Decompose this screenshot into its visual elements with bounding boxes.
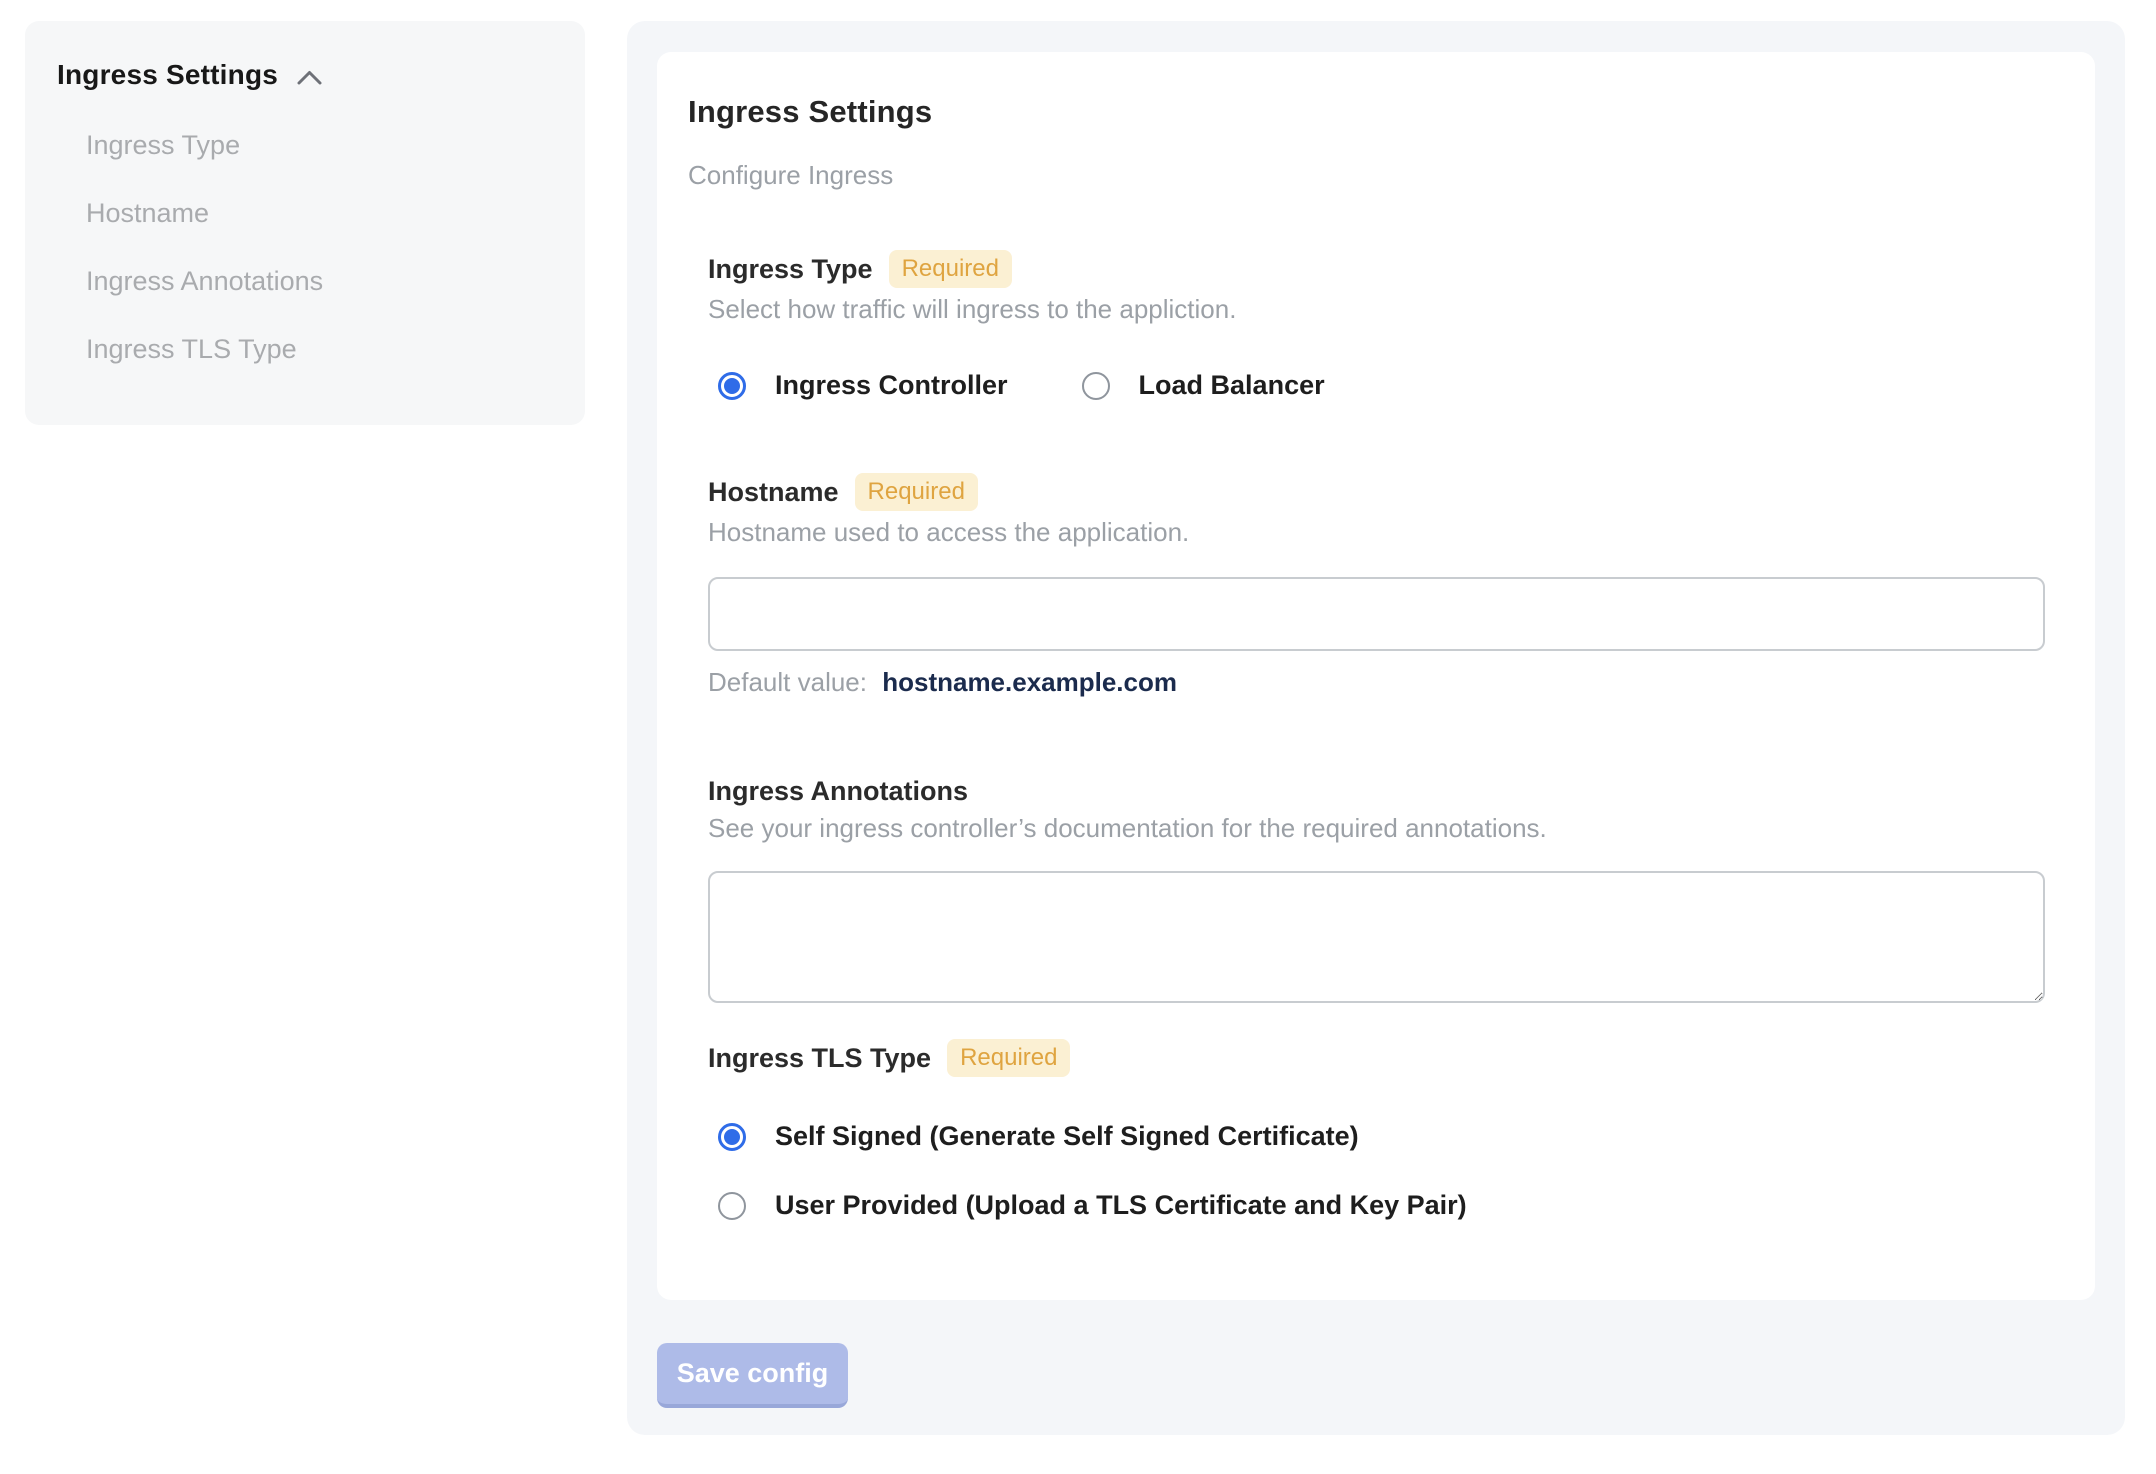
sidebar-item-hostname[interactable]: Hostname [86, 199, 555, 227]
sidebar-nav: Ingress Type Hostname Ingress Annotation… [86, 131, 555, 363]
radio-label: Self Signed (Generate Self Signed Certif… [775, 1121, 1359, 1151]
ingress-tls-radio-group: Self Signed (Generate Self Signed Certif… [718, 1121, 2045, 1221]
save-config-button[interactable]: Save config [657, 1343, 848, 1408]
required-badge: Required [854, 473, 978, 511]
sidebar-item-ingress-annotations[interactable]: Ingress Annotations [86, 267, 555, 295]
sidebar-item-ingress-type[interactable]: Ingress Type [86, 131, 555, 159]
sidebar-section-toggle[interactable]: Ingress Settings [57, 59, 555, 91]
sidebar-section-title: Ingress Settings [57, 59, 279, 90]
radio-load-balancer[interactable]: Load Balancer [1081, 370, 1325, 401]
required-badge: Required [888, 250, 1012, 288]
default-value-text: hostname.example.com [882, 667, 1177, 697]
ingress-settings-card: Ingress Settings Configure Ingress Ingre… [657, 52, 2095, 1300]
page-title: Ingress Settings [688, 94, 933, 129]
hostname-label: Hostname [708, 477, 839, 507]
radio-ingress-controller[interactable]: Ingress Controller [718, 370, 1008, 401]
ingress-annotations-description: See your ingress controller’s documentat… [708, 813, 1547, 843]
radio-label: Ingress Controller [775, 370, 1008, 400]
sidebar-item-ingress-tls-type[interactable]: Ingress TLS Type [86, 335, 555, 363]
page-subtitle: Configure Ingress [688, 160, 894, 190]
hostname-section: Hostname Required Hostname used to acces… [708, 473, 2045, 697]
ingress-type-section: Ingress Type Required Select how traffic… [708, 250, 2045, 401]
radio-unselected-icon[interactable] [718, 1191, 746, 1220]
radio-selected-icon[interactable] [718, 1122, 746, 1151]
ingress-type-label: Ingress Type [708, 254, 873, 284]
settings-main-panel: Ingress Settings Configure Ingress Ingre… [627, 21, 2125, 1435]
hostname-description: Hostname used to access the application. [708, 517, 1190, 547]
radio-label: User Provided (Upload a TLS Certificate … [775, 1190, 1467, 1220]
ingress-annotations-label: Ingress Annotations [708, 776, 969, 806]
chevron-up-icon [296, 69, 323, 86]
radio-self-signed[interactable]: Self Signed (Generate Self Signed Certif… [718, 1121, 2045, 1152]
hostname-default-line: Default value: hostname.example.com [708, 667, 2045, 697]
ingress-annotations-textarea[interactable] [708, 871, 2045, 1003]
radio-label: Load Balancer [1138, 370, 1325, 400]
ingress-tls-type-label: Ingress TLS Type [708, 1043, 932, 1073]
ingress-type-description: Select how traffic will ingress to the a… [708, 294, 1237, 324]
default-value-label: Default value: [708, 667, 867, 697]
settings-sidebar: Ingress Settings Ingress Type Hostname I… [25, 21, 585, 425]
required-badge: Required [947, 1039, 1071, 1077]
radio-unselected-icon[interactable] [1081, 371, 1110, 400]
ingress-type-radio-group: Ingress Controller Load Balancer [718, 370, 2045, 401]
ingress-tls-type-section: Ingress TLS Type Required Self Signed (G… [708, 1039, 2045, 1221]
ingress-annotations-section: Ingress Annotations See your ingress con… [708, 775, 2045, 1003]
radio-selected-icon[interactable] [718, 371, 746, 400]
hostname-input[interactable] [708, 577, 2045, 651]
radio-user-provided[interactable]: User Provided (Upload a TLS Certificate … [718, 1190, 2045, 1221]
